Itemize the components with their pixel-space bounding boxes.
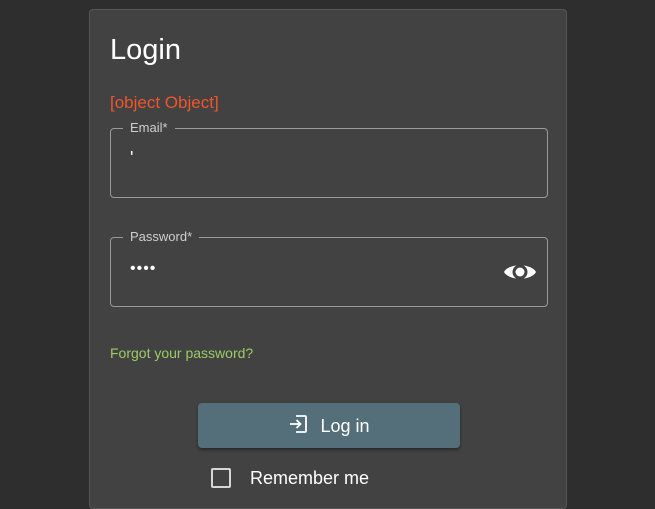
login-icon [288, 414, 308, 437]
login-button-label: Log in [320, 415, 370, 436]
forgot-password-link[interactable]: Forgot your password? [110, 344, 253, 362]
error-message: [object Object] [110, 93, 219, 112]
password-label: Password* [123, 228, 200, 246]
email-input[interactable]: ' [130, 147, 133, 169]
email-field[interactable]: Email* ' [110, 119, 548, 198]
remember-me-checkbox[interactable]: Remember me [211, 467, 369, 489]
login-button[interactable]: Log in [198, 403, 460, 448]
remember-me-label: Remember me [250, 468, 370, 488]
checkbox-box[interactable] [211, 468, 231, 488]
email-label: Email* [123, 119, 175, 137]
eye-icon[interactable] [503, 258, 537, 286]
password-field[interactable]: Password* •••• [110, 228, 548, 307]
page-title: Login [110, 34, 181, 66]
password-input[interactable]: •••• [130, 258, 156, 280]
login-card: Login [object Object] Email* ' Password*… [89, 9, 567, 509]
